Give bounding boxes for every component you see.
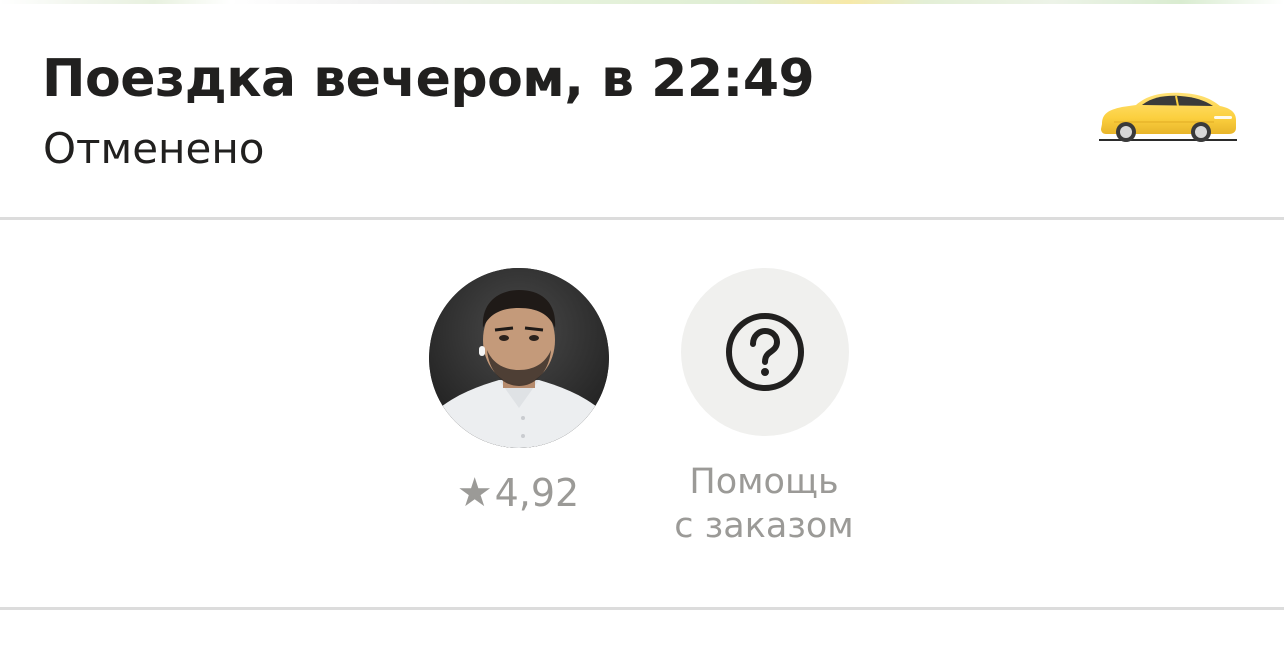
taxi-car-icon	[1096, 84, 1240, 144]
help-label-line2: с заказом	[674, 506, 854, 546]
question-circle-icon	[726, 313, 804, 391]
star-icon: ★	[456, 470, 493, 516]
help-button-circle[interactable]	[681, 268, 849, 436]
trip-title: Поездка вечером, в 22:49	[42, 49, 815, 109]
trip-actions: ★4,92 Помощь с заказом	[0, 220, 1284, 607]
trip-status: Отменено	[43, 124, 265, 173]
help-button-label: Помощь с заказом	[664, 460, 864, 548]
driver-profile-button[interactable]: ★4,92	[418, 268, 618, 558]
trip-header: Поездка вечером, в 22:49 Отменено	[0, 4, 1284, 218]
help-with-order-button[interactable]: Помощь с заказом	[664, 268, 864, 558]
section-divider	[0, 607, 1284, 610]
driver-rating-value: 4,92	[494, 471, 580, 515]
driver-rating: ★4,92	[418, 468, 618, 518]
driver-avatar[interactable]	[429, 268, 609, 448]
help-label-line1: Помощь	[689, 462, 839, 502]
